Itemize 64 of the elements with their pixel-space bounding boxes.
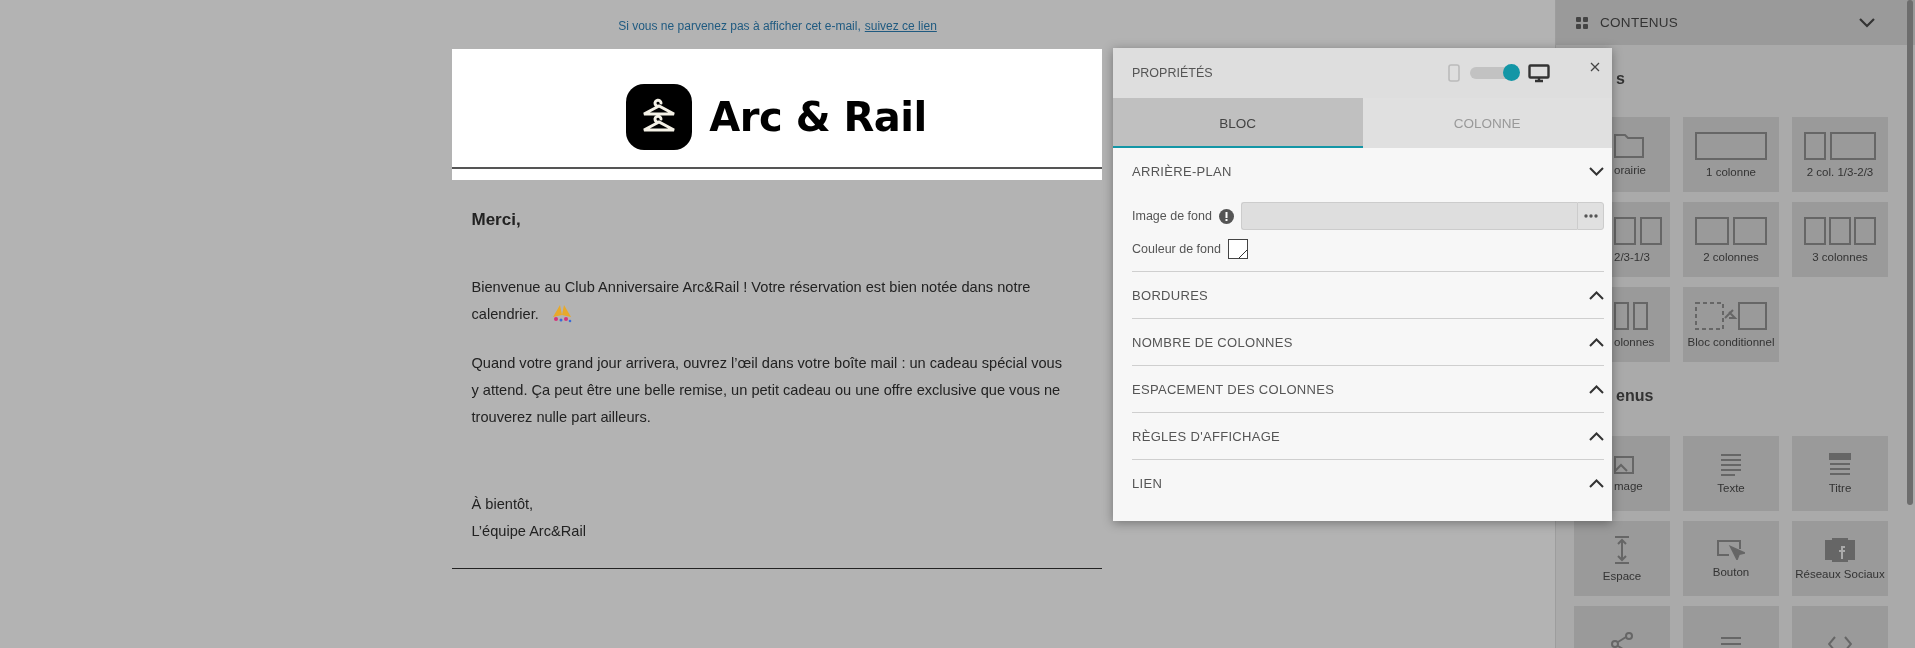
grid-icon	[1576, 16, 1588, 29]
section-header[interactable]: RÈGLES D'AFFICHAGE	[1132, 428, 1281, 444]
content-block-tile[interactable]: Bouton	[1683, 521, 1779, 596]
signoff-line: L’équipe Arc&Rail	[471, 522, 587, 541]
content-block-tile[interactable]: 2 colonnes	[1683, 202, 1779, 277]
content-block-tile[interactable]: Réseaux Sociaux	[1792, 521, 1888, 596]
share-block-icon	[1611, 631, 1633, 648]
more-icon	[1583, 214, 1598, 218]
section-title: enus	[1616, 386, 1654, 406]
field-label: Couleur de fond	[1132, 242, 1221, 256]
desktop-icon[interactable]	[1528, 63, 1550, 83]
button-block-icon	[1717, 539, 1745, 560]
conditional-block-icon	[1695, 301, 1767, 330]
paragraph: Quand votre grand jour arrivera, ouvrez l’œil dans votre boîte mail : un cadeau spécial vous y attend. Ça peut être une belle remise, un petit cadeau ou une offre exclusive que vous ne trouverez nulle part ailleurs.	[471, 355, 1063, 425]
content-block-tile[interactable]: Bloc conditionnel	[1683, 287, 1779, 362]
text-block-icon	[1720, 453, 1742, 476]
input-field[interactable]	[1240, 202, 1577, 230]
content-block-tile[interactable]: Texte	[1683, 436, 1779, 511]
field-label: Image de fond	[1132, 209, 1212, 223]
close-icon[interactable]	[1590, 62, 1600, 72]
spacer-block-icon	[1614, 535, 1630, 564]
col13-block-icon	[1804, 131, 1876, 160]
color-swatch[interactable]	[1227, 239, 1248, 259]
content-block-tile[interactable]: Espace	[1574, 521, 1670, 596]
image-block-icon	[1614, 455, 1634, 474]
col3-block-icon	[1804, 216, 1876, 245]
chevron-up-icon[interactable]	[1589, 431, 1604, 441]
panel-title: PROPRIÉTÉS	[1132, 66, 1214, 80]
paragraph: Bienvenue au Club Anniversaire Arc&Rail ! Votre réservation est bien notée dans notre calendrier.	[471, 279, 1031, 322]
divider-block-icon	[1720, 636, 1742, 648]
col31-block-icon	[1614, 216, 1662, 245]
chevron-down-icon	[1859, 17, 1875, 28]
section-header[interactable]: LIEN	[1132, 475, 1163, 491]
panel-tab[interactable]: BLOC	[1113, 98, 1363, 148]
chevron-up-icon[interactable]	[1589, 290, 1604, 300]
col2-block-icon	[1695, 216, 1767, 245]
greeting: Merci,	[471, 210, 522, 230]
scrollbar[interactable]	[1907, 0, 1913, 505]
content-block-tile[interactable]: Titre	[1792, 436, 1888, 511]
hanger-logo-icon	[626, 84, 693, 150]
chevron-up-icon[interactable]	[1589, 384, 1604, 394]
section-header[interactable]: ESPACEMENT DES COLONNES	[1132, 381, 1335, 397]
view-toggle[interactable]	[1470, 67, 1518, 79]
content-block-tile[interactable]: 1 colonne	[1683, 117, 1779, 192]
section-header[interactable]: ARRIÈRE-PLAN	[1132, 163, 1232, 179]
info-icon	[1218, 208, 1234, 224]
brand-name: Arc & Rail	[709, 94, 927, 140]
view-online-link[interactable]: suivez ce lien	[864, 19, 937, 30]
col1-block-icon	[1695, 131, 1767, 160]
code-block-icon	[1828, 635, 1852, 648]
sidebar-header[interactable]: CONTENUS	[1556, 0, 1915, 45]
chevron-up-icon[interactable]	[1589, 337, 1604, 347]
section-header[interactable]: NOMBRE DE COLONNES	[1132, 334, 1293, 350]
folder-block-icon	[1614, 133, 1644, 158]
section-title: s	[1616, 69, 1625, 89]
content-block-tile[interactable]: 3 colonnes	[1792, 202, 1888, 277]
title-block-icon	[1829, 453, 1851, 476]
chevron-down-icon[interactable]	[1589, 166, 1604, 176]
signoff-line: À bientôt,	[471, 495, 535, 514]
content-block-tile[interactable]: 2 col. 1/3-2/3	[1792, 117, 1888, 192]
section-header[interactable]: BORDURES	[1132, 287, 1209, 303]
col4-block-icon	[1614, 301, 1648, 330]
chevron-up-icon[interactable]	[1589, 478, 1604, 488]
social-block-icon	[1825, 537, 1855, 562]
